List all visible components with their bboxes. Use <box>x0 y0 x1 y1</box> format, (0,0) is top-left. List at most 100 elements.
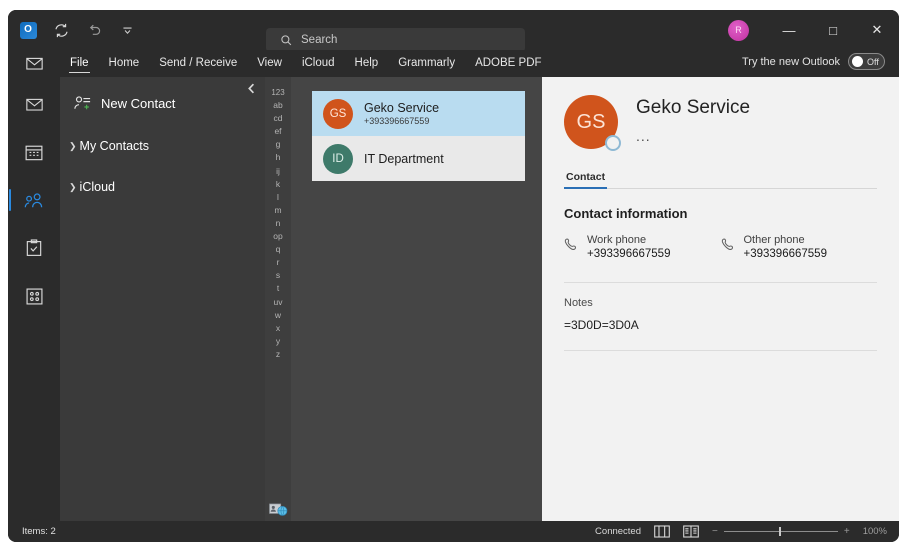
other-phone-item[interactable]: Other phone +393396667559 <box>721 234 878 260</box>
items-count: Items: 2 <box>22 526 56 537</box>
zoom-out-button[interactable]: − <box>712 526 718 537</box>
contact-card-globe-icon[interactable] <box>269 503 288 517</box>
tab-help[interactable]: Help <box>345 54 389 73</box>
phone-row: Work phone +393396667559 Other phone +39… <box>564 234 877 260</box>
mail-icon[interactable] <box>8 57 60 70</box>
chevron-left-icon[interactable] <box>247 83 256 97</box>
other-phone-text: Other phone +393396667559 <box>744 234 827 260</box>
contact-card-geko-service[interactable]: GS Geko Service +393396667559 <box>312 91 525 136</box>
alpha-index-item[interactable]: g <box>276 139 281 150</box>
alpha-index-item[interactable]: s <box>276 270 280 281</box>
alpha-index-item[interactable]: y <box>276 336 280 347</box>
new-outlook-toggle[interactable]: Off <box>848 53 885 70</box>
alpha-index-item[interactable]: ij <box>276 166 280 177</box>
folder-pane: New Contact ❯ My Contacts ❯ iCloud <box>60 77 265 521</box>
alpha-index-item[interactable]: w <box>275 310 281 321</box>
nav-more-apps[interactable] <box>19 283 49 309</box>
undo-icon[interactable] <box>84 20 104 40</box>
alpha-index-item[interactable]: k <box>276 179 280 190</box>
notes-label: Notes <box>564 297 593 309</box>
try-new-outlook[interactable]: Try the new Outlook Off <box>742 53 885 70</box>
tab-send-receive[interactable]: Send / Receive <box>149 54 247 73</box>
alpha-index-item[interactable]: cd <box>274 113 283 124</box>
contact-meta: Geko Service +393396667559 <box>364 101 439 126</box>
alpha-index-item[interactable]: x <box>276 323 280 334</box>
new-contact-button[interactable]: New Contact <box>60 91 265 112</box>
alpha-index-item[interactable]: uv <box>274 297 283 308</box>
zoom-in-button[interactable]: + <box>844 526 850 537</box>
zoom-slider[interactable]: − + <box>712 526 850 537</box>
zoom-thumb[interactable] <box>778 527 782 536</box>
contact-subtitle: ... <box>636 128 651 144</box>
alpha-index-item[interactable]: ab <box>273 100 282 111</box>
contact-card-it-department[interactable]: ID IT Department <box>312 136 525 181</box>
contact-cards: GS Geko Service +393396667559 ID IT Depa… <box>312 91 525 181</box>
calendar-icon <box>25 145 43 160</box>
alpha-index-item[interactable]: ef <box>274 126 281 137</box>
outlook-logo-icon: O <box>18 20 38 40</box>
folder-group-my-contacts[interactable]: ❯ My Contacts <box>60 139 265 153</box>
apps-grid-icon <box>25 287 43 305</box>
nav-mail[interactable] <box>19 91 49 117</box>
nav-tasks[interactable] <box>19 235 49 261</box>
search-input[interactable]: Search <box>266 28 525 52</box>
alpha-index-item[interactable]: q <box>276 244 281 255</box>
customize-qat-icon[interactable] <box>117 20 137 40</box>
alpha-index-item[interactable]: r <box>277 257 280 268</box>
connection-status: Connected <box>595 526 641 537</box>
alpha-index-item[interactable]: l <box>277 192 279 203</box>
avatar-initials: GS <box>329 107 347 120</box>
tab-file[interactable]: File <box>60 54 99 73</box>
search-icon <box>281 34 292 45</box>
tab-home[interactable]: Home <box>99 54 150 73</box>
minimize-button[interactable]: — <box>767 10 811 50</box>
close-button[interactable]: ✕ <box>855 10 899 50</box>
status-bar: Items: 2 Connected − + 100% <box>8 521 899 542</box>
alpha-index-item[interactable]: m <box>274 205 281 216</box>
ribbon-tab-row: File Home Send / Receive View iCloud Hel… <box>8 50 899 77</box>
presence-badge-icon <box>605 135 621 151</box>
reading-pane-icon[interactable] <box>654 525 670 538</box>
tab-view[interactable]: View <box>247 54 292 73</box>
sync-icon[interactable] <box>51 20 71 40</box>
alphabet-index: 123 ab cd ef g h ij k l m n op q r s t u… <box>265 77 291 521</box>
other-phone-label: Other phone <box>743 234 805 246</box>
people-icon <box>24 192 43 207</box>
toggle-state-label: Off <box>867 56 879 67</box>
alpha-index-item[interactable]: t <box>277 283 279 294</box>
status-right: Connected − + 100% <box>595 521 887 542</box>
try-new-outlook-label: Try the new Outlook <box>741 55 840 68</box>
contact-avatar: ID <box>323 143 353 174</box>
tab-contact[interactable]: Contact <box>564 171 608 189</box>
outlook-window: O Search R — □ ✕ File Home Send / Receiv… <box>8 10 899 542</box>
detail-tabs: Contact <box>564 171 877 189</box>
tab-grammarly[interactable]: Grammarly <box>388 54 465 73</box>
zoom-track[interactable] <box>723 527 838 536</box>
nav-people[interactable] <box>9 187 49 213</box>
ribbon-tabs: File Home Send / Receive View iCloud Hel… <box>60 54 552 73</box>
notes-value: =3D0D=3D0A <box>564 318 639 332</box>
alpha-index-item[interactable]: 123 <box>271 87 284 98</box>
contact-name: IT Department <box>364 151 444 166</box>
alpha-index-item[interactable]: n <box>276 218 281 229</box>
chevron-right-icon: ❯ <box>69 140 77 151</box>
folder-group-icloud[interactable]: ❯ iCloud <box>60 180 265 194</box>
tab-adobe-pdf[interactable]: ADOBE PDF <box>465 54 551 73</box>
window-controls: R — □ ✕ <box>728 10 899 50</box>
account-avatar[interactable]: R <box>728 19 749 41</box>
nav-calendar[interactable] <box>19 139 49 165</box>
normal-view-icon[interactable] <box>683 525 699 538</box>
tab-icloud[interactable]: iCloud <box>292 54 345 73</box>
quick-access-toolbar: O <box>8 20 137 40</box>
alpha-index-item[interactable]: op <box>273 231 282 242</box>
contact-name: Geko Service <box>364 101 440 115</box>
work-phone-label: Work phone <box>587 234 647 246</box>
main-body: New Contact ❯ My Contacts ❯ iCloud 123 a… <box>8 77 899 521</box>
maximize-button[interactable]: □ <box>811 10 855 50</box>
contact-avatar: GS <box>323 98 353 129</box>
alpha-index-item[interactable]: h <box>276 152 281 163</box>
toggle-knob <box>852 56 863 67</box>
alpha-index-item[interactable]: z <box>276 349 280 360</box>
phone-icon <box>564 237 578 260</box>
work-phone-item[interactable]: Work phone +393396667559 <box>564 234 721 260</box>
